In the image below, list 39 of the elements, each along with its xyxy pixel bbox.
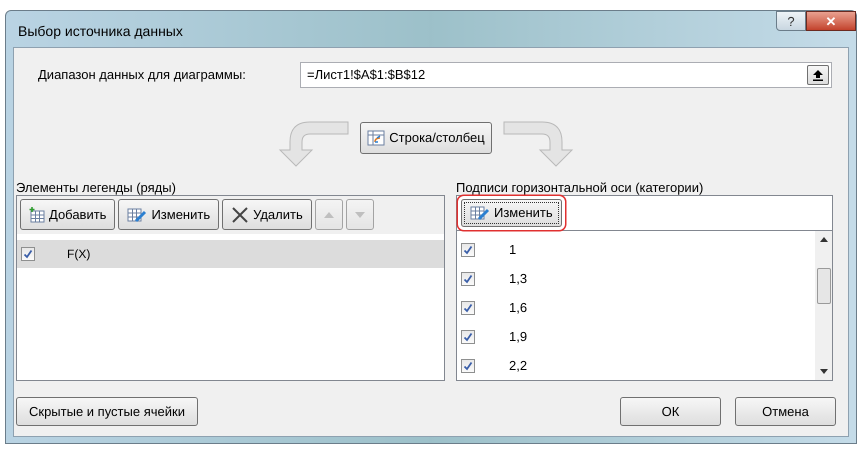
- checkbox[interactable]: [461, 330, 475, 344]
- hidden-cells-button[interactable]: Скрытые и пустые ячейки: [16, 397, 198, 426]
- delete-button[interactable]: Удалить: [222, 199, 312, 230]
- range-field[interactable]: =Лист1!$A$1:$B$12: [300, 62, 832, 88]
- scroll-thumb[interactable]: [816, 268, 830, 304]
- up-arrow-icon: [324, 212, 334, 218]
- close-icon: [231, 206, 250, 224]
- add-button[interactable]: Добавить: [20, 199, 116, 230]
- legend-title: Элементы легенды (ряды): [16, 179, 177, 195]
- checkbox[interactable]: [461, 358, 475, 372]
- scrollbar[interactable]: [815, 231, 832, 380]
- switch-row-column-button[interactable]: Строка/столбец: [360, 122, 492, 154]
- category-item[interactable]: 2,2: [457, 351, 815, 380]
- category-item[interactable]: 1,9: [457, 322, 815, 351]
- checkbox[interactable]: [461, 300, 475, 314]
- down-arrow-icon: [820, 369, 828, 374]
- table-edit-icon: [470, 205, 490, 221]
- help-button[interactable]: ?: [776, 11, 806, 31]
- range-value: =Лист1!$A$1:$B$12: [307, 66, 426, 84]
- table-add-icon: [29, 206, 45, 222]
- cancel-button[interactable]: Отмена: [735, 397, 836, 426]
- down-arrow-icon: [354, 212, 365, 218]
- category-item[interactable]: 1,6: [457, 293, 815, 322]
- window-title: Выбор источника данных: [18, 22, 183, 41]
- legend-item[interactable]: F(X): [17, 240, 444, 268]
- collapse-button[interactable]: [807, 65, 829, 85]
- axis-title: Подписи горизонтальной оси (категории): [456, 179, 704, 195]
- up-arrow-icon: [820, 237, 828, 242]
- category-item[interactable]: 1,3: [457, 264, 815, 293]
- edit-button[interactable]: Изменить: [118, 199, 220, 230]
- swap-table-icon: [367, 130, 386, 146]
- checkbox[interactable]: [21, 247, 35, 261]
- table-edit-icon: [127, 206, 148, 222]
- checkbox[interactable]: [461, 242, 475, 256]
- checkbox[interactable]: [461, 272, 475, 286]
- upload-icon: [813, 70, 823, 80]
- range-label: Диапазон данных для диаграммы:: [38, 66, 247, 84]
- ok-button[interactable]: ОК: [620, 397, 721, 426]
- category-item[interactable]: 1: [457, 235, 815, 264]
